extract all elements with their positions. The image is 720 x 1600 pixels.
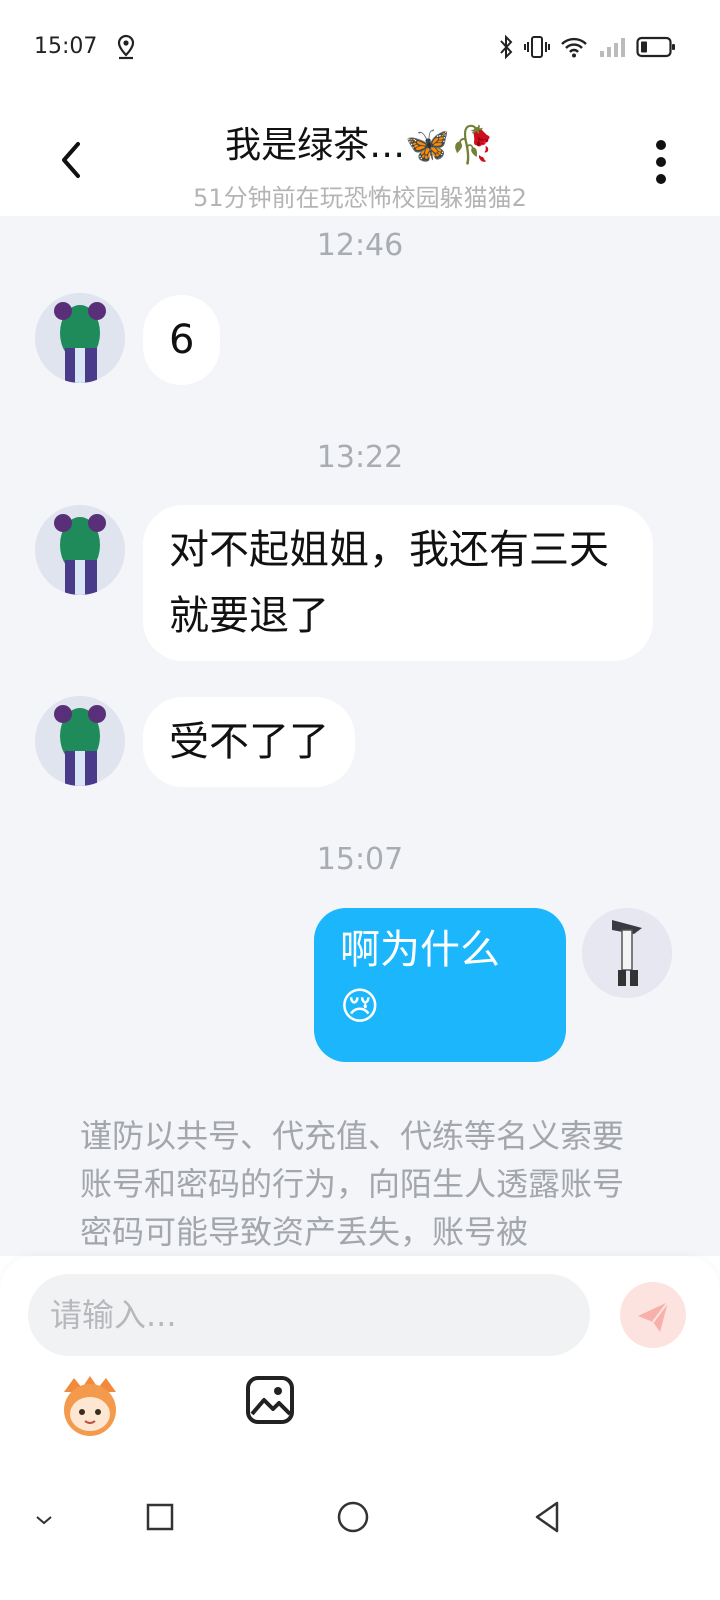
- message-bubble[interactable]: 6: [143, 295, 221, 385]
- my-message-bubble[interactable]: 啊为什么 😢: [314, 908, 566, 1062]
- home-icon[interactable]: [336, 1500, 370, 1538]
- composer-panel: [0, 1256, 720, 1466]
- avatar[interactable]: [35, 293, 125, 383]
- status-bar: 15:07: [0, 0, 720, 100]
- battery-icon: [636, 35, 676, 63]
- wifi-icon: [560, 36, 588, 62]
- safety-notice: 谨防以共号、代充值、代练等名义索要账号和密码的行为，向陌生人透露账号密码可能导致…: [80, 1117, 625, 1251]
- system-nav-bar: [0, 1466, 720, 1600]
- back-icon[interactable]: [532, 1500, 562, 1538]
- message-input[interactable]: [28, 1274, 590, 1356]
- paper-plane-icon[interactable]: [620, 1282, 686, 1348]
- mascot-emoji-icon[interactable]: [56, 1372, 124, 1440]
- hide-keyboard-icon[interactable]: [34, 1512, 54, 1531]
- image-icon[interactable]: [244, 1374, 296, 1426]
- chat-area[interactable]: 12:46 6 13:22 对不起姐姐，我还有三天就要退了 受不了了 15:07…: [0, 216, 720, 1256]
- message-input-wrapper[interactable]: [28, 1274, 590, 1356]
- avatar[interactable]: [35, 696, 125, 786]
- message-bubble[interactable]: 对不起姐姐，我还有三天就要退了: [143, 505, 653, 661]
- message-text: 啊为什么: [340, 927, 500, 973]
- more-vertical-icon[interactable]: [654, 138, 668, 186]
- message-timestamp: 13:22: [316, 440, 404, 475]
- message-bubble[interactable]: 受不了了: [143, 697, 355, 787]
- my-avatar[interactable]: [582, 908, 672, 998]
- recents-icon[interactable]: [145, 1502, 175, 1536]
- status-time: 15:07: [34, 34, 98, 59]
- crying-emoji: 😢: [340, 984, 380, 1028]
- vibrate-icon: [524, 34, 550, 64]
- bluetooth-icon: [498, 34, 514, 64]
- location-icon: [116, 34, 136, 64]
- contact-name: 我是绿茶…🦋🥀: [225, 125, 495, 166]
- message-timestamp: 15:07: [316, 842, 404, 877]
- message-timestamp: 12:46: [316, 228, 404, 263]
- signal-icon: [598, 36, 626, 62]
- avatar[interactable]: [35, 505, 125, 595]
- chat-header: 我是绿茶…🦋🥀 51分钟前在玩恐怖校园躲猫猫2: [0, 100, 720, 216]
- contact-status: 51分钟前在玩恐怖校园躲猫猫2: [193, 184, 527, 212]
